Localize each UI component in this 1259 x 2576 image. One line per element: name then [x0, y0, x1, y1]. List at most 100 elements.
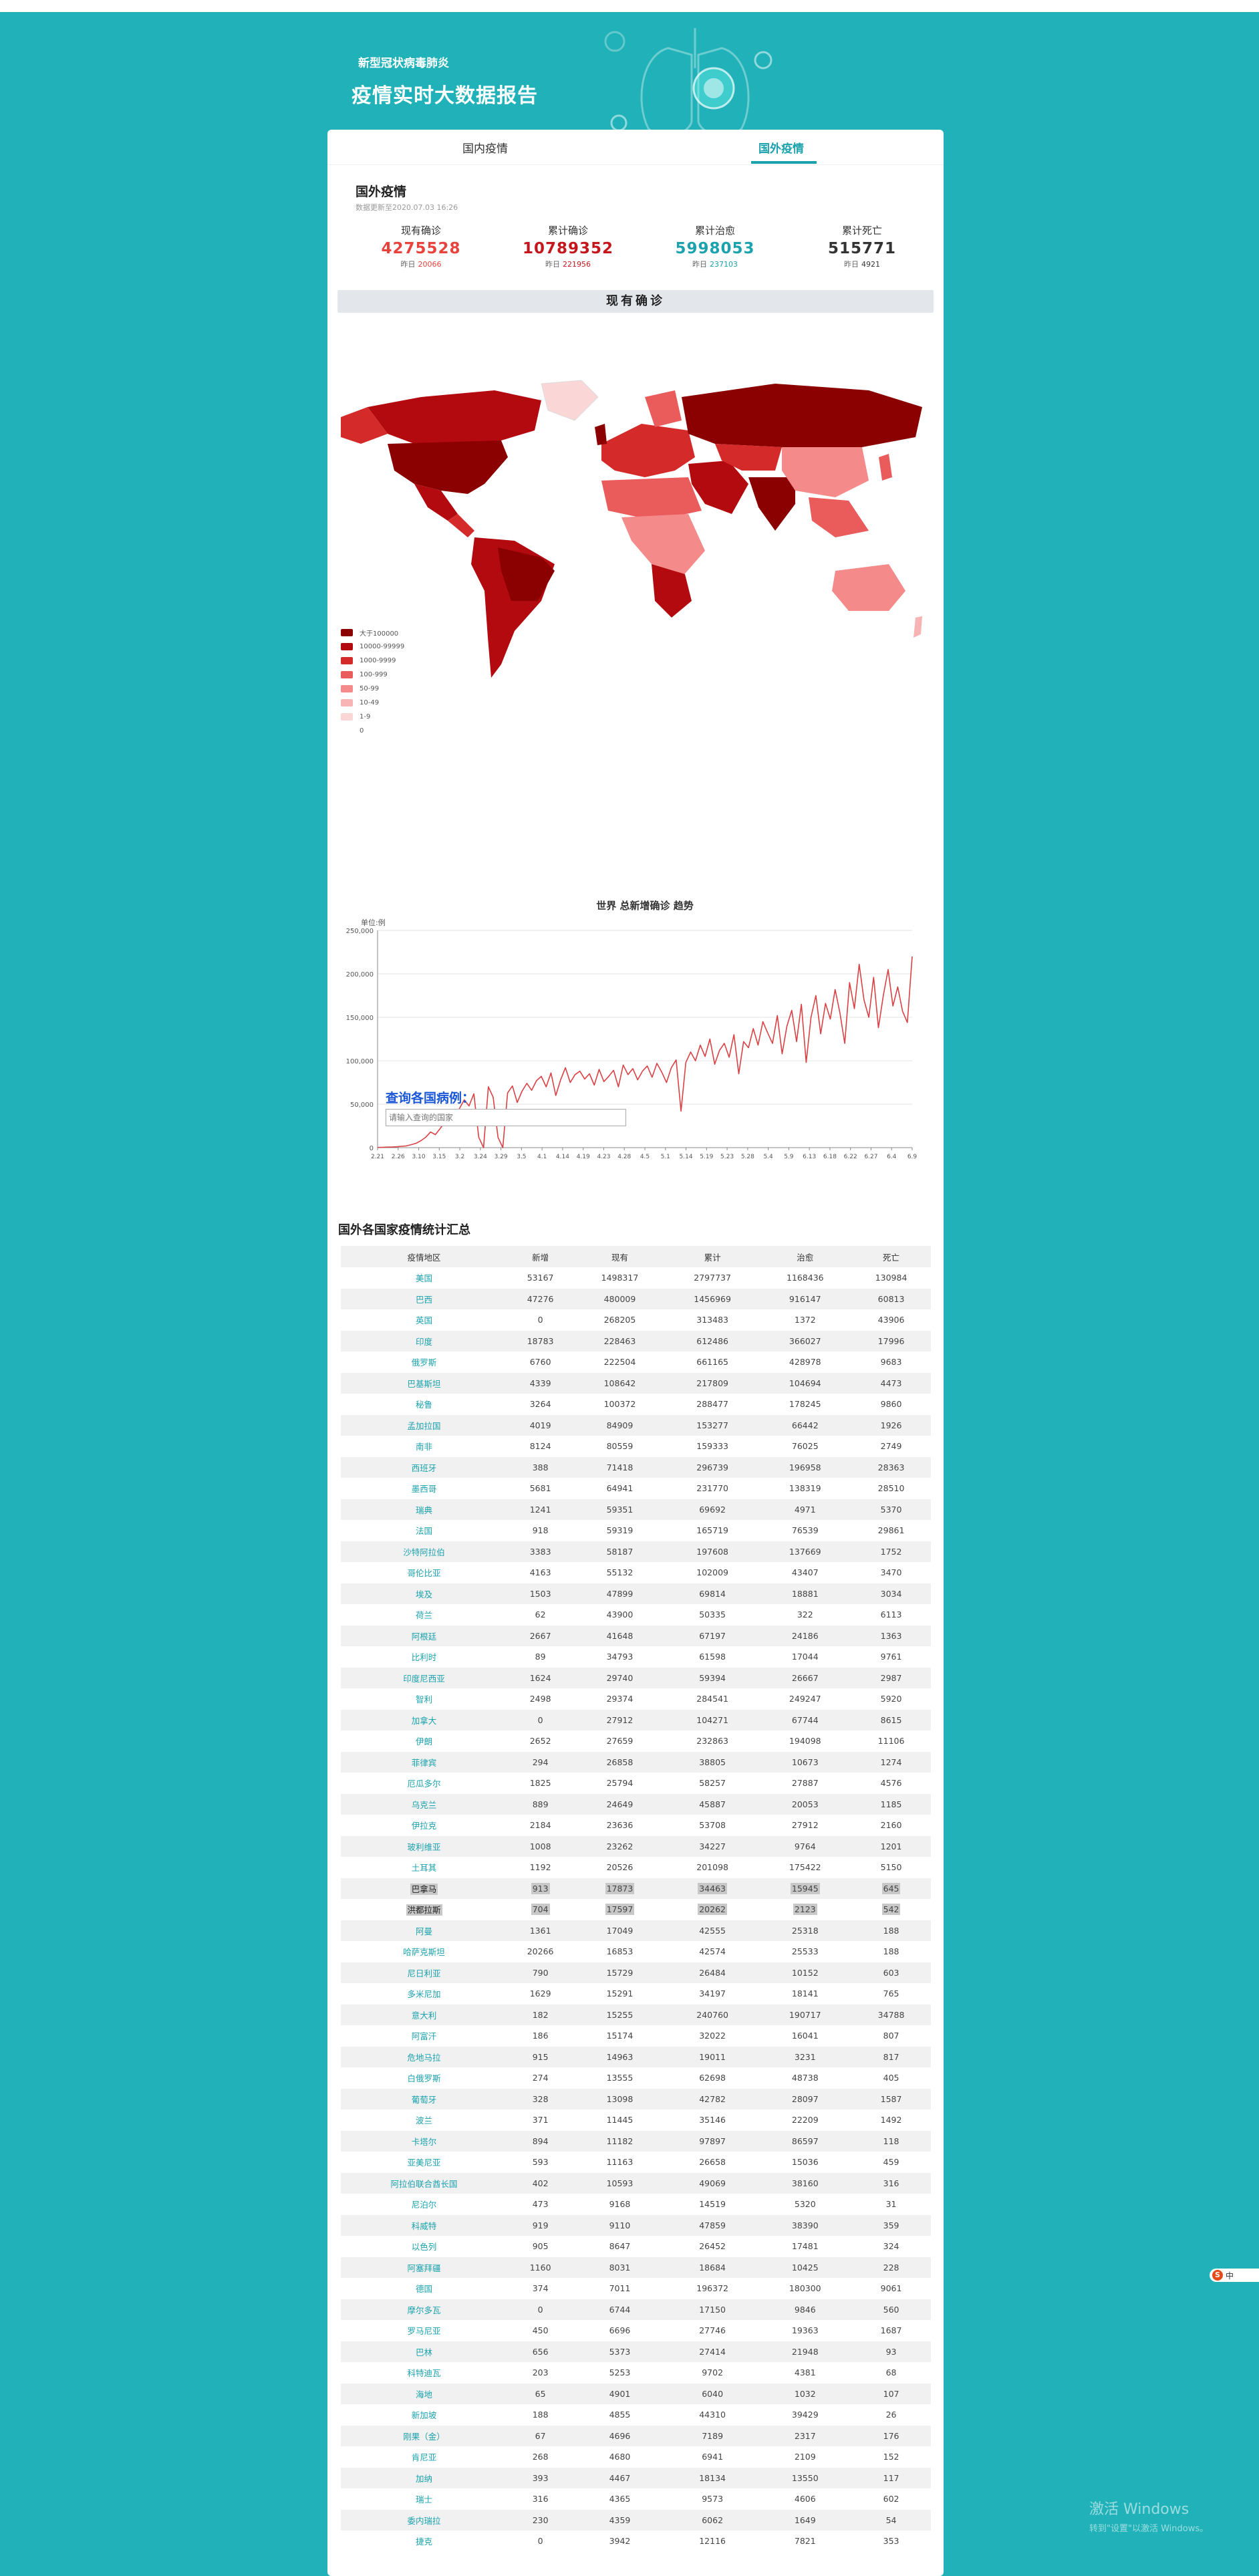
table-row[interactable]: 洪都拉斯 704 17597 20262 2123 542	[341, 1899, 931, 1920]
table-row[interactable]: 巴基斯坦 4339 108642 217809 104694 4473	[341, 1372, 931, 1394]
col-header[interactable]: 现有	[573, 1246, 666, 1267]
legend-item[interactable]: 100-999	[341, 668, 404, 682]
country-name[interactable]: 荷兰	[341, 1604, 507, 1626]
country-name[interactable]: 美国	[341, 1267, 507, 1289]
country-name[interactable]: 西班牙	[341, 1456, 508, 1478]
legend-item[interactable]: 10000-99999	[341, 640, 404, 654]
table-row[interactable]: 厄瓜多尔 1825 25794 58257 27887 4576	[341, 1773, 931, 1794]
table-row[interactable]: 乌克兰 889 24649 45887 20053 1185	[341, 1793, 931, 1815]
table-row[interactable]: 波兰 371 11445 35146 22209 1492	[341, 2109, 931, 2131]
table-row[interactable]: 印度尼西亚 1624 29740 59394 26667 2987	[341, 1667, 931, 1688]
table-row[interactable]: 墨西哥 5681 64941 231770 138319 28510	[341, 1478, 931, 1499]
country-name[interactable]: 埃及	[341, 1583, 508, 1604]
country-name[interactable]: 加拿大	[341, 1709, 508, 1730]
country-name[interactable]: 玻利维亚	[341, 1835, 508, 1857]
table-row[interactable]: 南非 8124 80559 159333 76025 2749	[341, 1436, 931, 1457]
country-name[interactable]: 伊拉克	[341, 1815, 507, 1836]
table-row[interactable]: 委内瑞拉 230 4359 6062 1649 54	[341, 2509, 931, 2531]
col-header[interactable]: 新增	[507, 1246, 574, 1267]
country-name[interactable]: 印度尼西亚	[341, 1667, 508, 1688]
country-name[interactable]: 瑞典	[341, 1499, 508, 1520]
country-name[interactable]: 洪都拉斯	[341, 1899, 507, 1920]
country-name[interactable]: 以色列	[341, 2236, 507, 2257]
country-name[interactable]: 瑞士	[341, 2488, 507, 2510]
country-name[interactable]: 巴林	[341, 2341, 508, 2362]
country-name[interactable]: 哥伦比亚	[341, 1562, 507, 1583]
country-name[interactable]: 土耳其	[341, 1857, 507, 1878]
table-row[interactable]: 瑞士 316 4365 9573 4606 602	[341, 2488, 931, 2510]
country-name[interactable]: 哈萨克斯坦	[341, 1941, 507, 1962]
table-row[interactable]: 巴拿马 913 17873 34463 15945 645	[341, 1878, 931, 1899]
table-row[interactable]: 孟加拉国 4019 84909 153277 66442 1926	[341, 1414, 931, 1436]
table-row[interactable]: 卡塔尔 894 11182 97897 86597 118	[341, 2130, 931, 2152]
legend-item[interactable]: 1-9	[341, 710, 404, 724]
table-row[interactable]: 意大利 182 15255 240760 190717 34788	[341, 2004, 931, 2025]
tab-foreign[interactable]: 国外疫情	[758, 139, 804, 156]
table-row[interactable]: 西班牙 388 71418 296739 196958 28363	[341, 1456, 931, 1478]
table-row[interactable]: 科威特 919 9110 47859 38390 359	[341, 2214, 931, 2236]
country-name[interactable]: 秘鲁	[341, 1394, 507, 1415]
country-name[interactable]: 尼泊尔	[341, 2194, 507, 2215]
country-name[interactable]: 尼日利亚	[341, 1962, 508, 1983]
country-name[interactable]: 阿曼	[341, 1920, 508, 1941]
country-name[interactable]: 意大利	[341, 2004, 508, 2025]
tab-domestic[interactable]: 国内疫情	[462, 139, 508, 156]
country-name[interactable]: 阿拉伯联合酋长国	[341, 2172, 508, 2194]
table-row[interactable]: 捷克 0 3942 12116 7821 353	[341, 2531, 931, 2552]
table-row[interactable]: 危地马拉 915 14963 19011 3231 817	[341, 2046, 931, 2067]
table-row[interactable]: 科特迪瓦 203 5253 9702 4381 68	[341, 2362, 931, 2384]
country-name[interactable]: 德国	[341, 2278, 507, 2299]
country-name[interactable]: 亚美尼亚	[341, 2152, 507, 2173]
country-name[interactable]: 墨西哥	[341, 1478, 507, 1499]
country-name[interactable]: 科特迪瓦	[341, 2362, 507, 2384]
country-search-input[interactable]	[386, 1109, 626, 1126]
col-header[interactable]: 累计	[666, 1246, 759, 1267]
country-name[interactable]: 肯尼亚	[341, 2446, 507, 2468]
table-row[interactable]: 尼日利亚 790 15729 26484 10152 603	[341, 1962, 931, 1983]
table-row[interactable]: 玻利维亚 1008 23262 34227 9764 1201	[341, 1835, 931, 1857]
legend-item[interactable]: 50-99	[341, 682, 404, 696]
country-name[interactable]: 罗马尼亚	[341, 2320, 507, 2341]
country-name[interactable]: 巴基斯坦	[341, 1372, 508, 1394]
country-name[interactable]: 阿根廷	[341, 1625, 508, 1646]
table-row[interactable]: 菲律宾 294 26858 38805 10673 1274	[341, 1751, 931, 1773]
table-row[interactable]: 新加坡 188 4855 44310 39429 26	[341, 2404, 931, 2426]
country-name[interactable]: 阿富汗	[341, 2025, 507, 2047]
country-name[interactable]: 法国	[341, 1520, 507, 1541]
table-row[interactable]: 俄罗斯 6760 222504 661165 428978 9683	[341, 1351, 931, 1373]
country-name[interactable]: 刚果（金）	[341, 2425, 508, 2446]
table-row[interactable]: 刚果（金） 67 4696 7189 2317 176	[341, 2425, 931, 2446]
col-header[interactable]: 疫情地区	[341, 1246, 508, 1267]
country-name[interactable]: 捷克	[341, 2531, 507, 2552]
country-name[interactable]: 摩尔多瓦	[341, 2299, 508, 2320]
country-name[interactable]: 巴西	[341, 1288, 508, 1309]
country-name[interactable]: 英国	[341, 1309, 507, 1331]
table-row[interactable]: 摩尔多瓦 0 6744 17150 9846 560	[341, 2299, 931, 2320]
legend-item[interactable]: 大于100000	[341, 626, 404, 640]
country-name[interactable]: 白俄罗斯	[341, 2067, 507, 2089]
country-name[interactable]: 加纳	[341, 2467, 508, 2488]
country-name[interactable]: 伊朗	[341, 1730, 507, 1752]
table-row[interactable]: 亚美尼亚 593 11163 26658 15036 459	[341, 2152, 931, 2173]
table-row[interactable]: 肯尼亚 268 4680 6941 2109 152	[341, 2446, 931, 2468]
table-row[interactable]: 土耳其 1192 20526 201098 175422 5150	[341, 1857, 931, 1878]
country-name[interactable]: 智利	[341, 1688, 507, 1710]
table-row[interactable]: 葡萄牙 328 13098 42782 28097 1587	[341, 2088, 931, 2109]
legend-item[interactable]: 1000-9999	[341, 654, 404, 668]
table-row[interactable]: 瑞典 1241 59351 69692 4971 5370	[341, 1499, 931, 1520]
table-row[interactable]: 阿拉伯联合酋长国 402 10593 49069 38160 316	[341, 2172, 931, 2194]
country-name[interactable]: 危地马拉	[341, 2046, 508, 2067]
table-row[interactable]: 海地 65 4901 6040 1032 107	[341, 2383, 931, 2404]
country-name[interactable]: 乌克兰	[341, 1793, 508, 1815]
table-row[interactable]: 智利 2498 29374 284541 249247 5920	[341, 1688, 931, 1710]
table-row[interactable]: 印度 18783 228463 612486 366027 17996	[341, 1330, 931, 1351]
table-row[interactable]: 伊拉克 2184 23636 53708 27912 2160	[341, 1815, 931, 1836]
country-name[interactable]: 葡萄牙	[341, 2088, 508, 2109]
ime-indicator[interactable]: S中	[1210, 2269, 1259, 2282]
table-row[interactable]: 巴西 47276 480009 1456969 916147 60813	[341, 1288, 931, 1309]
table-row[interactable]: 法国 918 59319 165719 76539 29861	[341, 1520, 931, 1541]
country-name[interactable]: 俄罗斯	[341, 1351, 507, 1373]
table-row[interactable]: 比利时 89 34793 61598 17044 9761	[341, 1646, 931, 1668]
table-row[interactable]: 哈萨克斯坦 20266 16853 42574 25533 188	[341, 1941, 931, 1962]
country-name[interactable]: 比利时	[341, 1646, 507, 1668]
